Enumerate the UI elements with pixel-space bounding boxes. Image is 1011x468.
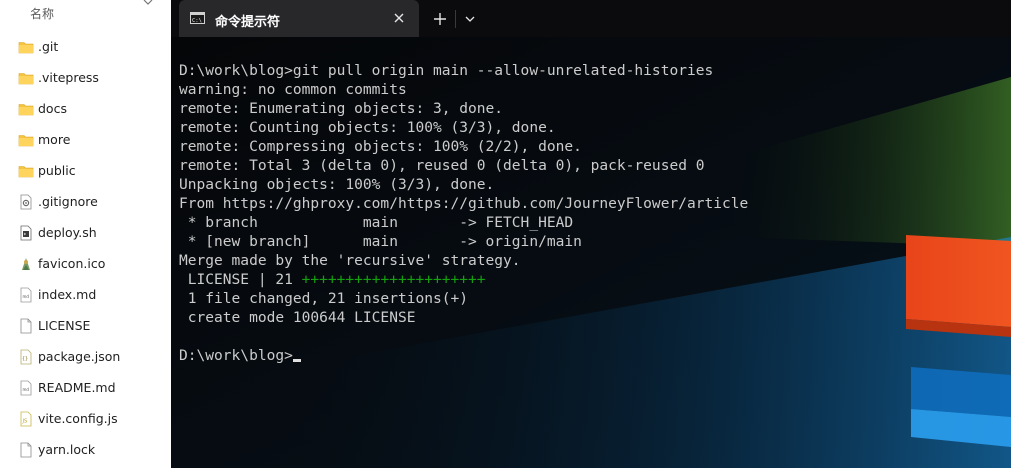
json-file-icon: {} xyxy=(20,349,32,365)
console-line: Merge made by the 'recursive' strategy. xyxy=(179,251,1009,270)
folder-icon xyxy=(18,42,34,54)
markdown-file-icon: md xyxy=(20,287,32,303)
file-name: .gitignore xyxy=(38,194,98,209)
file-name: .git xyxy=(38,39,59,54)
folder-icon xyxy=(18,166,34,178)
js-file-icon: JS xyxy=(20,411,32,427)
tab-dropdown-chevron-icon[interactable] xyxy=(460,9,480,29)
file-name: favicon.ico xyxy=(38,256,106,271)
file-list-item[interactable]: public xyxy=(0,155,171,186)
new-tab-plus-icon[interactable] xyxy=(430,9,450,29)
file-name: LICENSE xyxy=(38,318,91,333)
console-line-text: create mode 100644 LICENSE xyxy=(179,309,416,326)
file-name: more xyxy=(38,132,71,147)
console-line: Unpacking objects: 100% (3/3), done. xyxy=(179,175,1009,194)
sort-chevron-icon xyxy=(143,0,153,5)
file-list-item[interactable]: .gitignore xyxy=(0,186,171,217)
file-list-item[interactable]: yarn.lock xyxy=(0,434,171,465)
console-output[interactable]: D:\work\blog>git pull origin main --allo… xyxy=(179,61,1009,365)
cmd-icon: C:\ xyxy=(190,12,205,24)
console-line-text: 1 file changed, 21 insertions(+) xyxy=(179,290,469,307)
console-line: * branch main -> FETCH_HEAD xyxy=(179,213,1009,232)
terminal-titlebar: C:\ 命令提示符 xyxy=(171,0,1011,37)
svg-text:JS: JS xyxy=(22,419,28,425)
file-list-item[interactable]: docs xyxy=(0,93,171,124)
file-name: public xyxy=(38,163,76,178)
file-list-item[interactable]: more xyxy=(0,124,171,155)
console-line-text: Merge made by the 'recursive' strategy. xyxy=(179,252,521,269)
file-list-item[interactable]: .vitepress xyxy=(0,62,171,93)
console-line: From https://ghproxy.com/https://github.… xyxy=(179,194,1009,213)
file-name: vite.config.js xyxy=(38,411,118,426)
console-line-text: From https://ghproxy.com/https://github.… xyxy=(179,195,749,212)
console-line: create mode 100644 LICENSE xyxy=(179,308,1009,327)
folder-icon xyxy=(18,135,34,147)
console-line: remote: Enumerating objects: 3, done. xyxy=(179,99,1009,118)
console-line: 1 file changed, 21 insertions(+) xyxy=(179,289,1009,308)
console-line: remote: Compressing objects: 100% (2/2),… xyxy=(179,137,1009,156)
console-line: D:\work\blog>git pull origin main --allo… xyxy=(179,61,1009,80)
console-line-text: * branch main -> FETCH_HEAD xyxy=(179,214,574,231)
console-line: warning: no common commits xyxy=(179,80,1009,99)
titlebar-divider xyxy=(455,10,456,28)
file-list-item[interactable]: JS vite.config.js xyxy=(0,403,171,434)
name-column-label: 名称 xyxy=(30,7,55,21)
file-name: index.md xyxy=(38,287,97,302)
file-list-item[interactable]: LICENSE xyxy=(0,310,171,341)
prompt-text: D:\work\blog> xyxy=(179,347,293,364)
name-column-header[interactable]: 名称 xyxy=(0,0,171,30)
blank-file-icon xyxy=(20,318,32,334)
console-line: remote: Counting objects: 100% (3/3), do… xyxy=(179,118,1009,137)
script-file-icon xyxy=(20,225,32,241)
folder-icon xyxy=(18,73,34,85)
console-line-text: remote: Compressing objects: 100% (2/2),… xyxy=(179,138,582,155)
file-name: yarn.lock xyxy=(38,442,96,457)
file-list-item[interactable]: {} package.json xyxy=(0,341,171,372)
tab-title: 命令提示符 xyxy=(215,15,281,30)
console-line-text: remote: Total 3 (delta 0), reused 0 (del… xyxy=(179,157,705,174)
prompt-line[interactable]: D:\work\blog> xyxy=(179,346,1009,365)
file-list-item[interactable]: favicon.ico xyxy=(0,248,171,279)
console-line-text: warning: no common commits xyxy=(179,81,407,98)
file-explorer: 名称 .git .vitepress docs more public .gitignor… xyxy=(0,0,171,468)
markdown-file-icon: md xyxy=(20,380,32,396)
file-name: package.json xyxy=(38,349,121,364)
console-line-text: Unpacking objects: 100% (3/3), done. xyxy=(179,176,495,193)
svg-text:md: md xyxy=(23,294,30,299)
console-line-text: remote: Enumerating objects: 3, done. xyxy=(179,100,504,117)
close-tab-icon[interactable] xyxy=(392,11,406,25)
file-list-item[interactable]: md README.md xyxy=(0,372,171,403)
diffstat-plus-signs: +++++++++++++++++++++ xyxy=(301,271,486,288)
svg-text:md: md xyxy=(23,387,30,392)
file-name: README.md xyxy=(38,380,116,395)
console-line: remote: Total 3 (delta 0), reused 0 (del… xyxy=(179,156,1009,175)
svg-text:C:\: C:\ xyxy=(192,18,202,24)
file-list-item[interactable]: .git xyxy=(0,31,171,62)
settings-file-icon xyxy=(20,194,32,210)
file-name: docs xyxy=(38,101,67,116)
svg-text:{}: {} xyxy=(22,356,28,362)
blank-file-icon xyxy=(20,442,32,458)
console-line-text: remote: Counting objects: 100% (3/3), do… xyxy=(179,119,556,136)
console-line-text: * [new branch] main -> origin/main xyxy=(179,233,582,250)
file-name: .vitepress xyxy=(38,70,99,85)
console-line-text: D:\work\blog>git pull origin main --allo… xyxy=(179,62,714,79)
file-name: deploy.sh xyxy=(38,225,97,240)
terminal-window: C:\ 命令提示符 D:\work\blog>git pull origin m… xyxy=(171,0,1011,468)
file-list-item[interactable]: deploy.sh xyxy=(0,217,171,248)
text-cursor xyxy=(292,359,301,362)
file-list-item[interactable]: md index.md xyxy=(0,279,171,310)
image-file-icon xyxy=(22,258,30,270)
terminal-tab[interactable]: C:\ 命令提示符 xyxy=(179,0,419,37)
console-line: LICENSE | 21 +++++++++++++++++++++ xyxy=(179,270,1009,289)
console-line: * [new branch] main -> origin/main xyxy=(179,232,1009,251)
folder-icon xyxy=(18,104,34,116)
console-line-text: LICENSE | 21 xyxy=(179,271,302,288)
